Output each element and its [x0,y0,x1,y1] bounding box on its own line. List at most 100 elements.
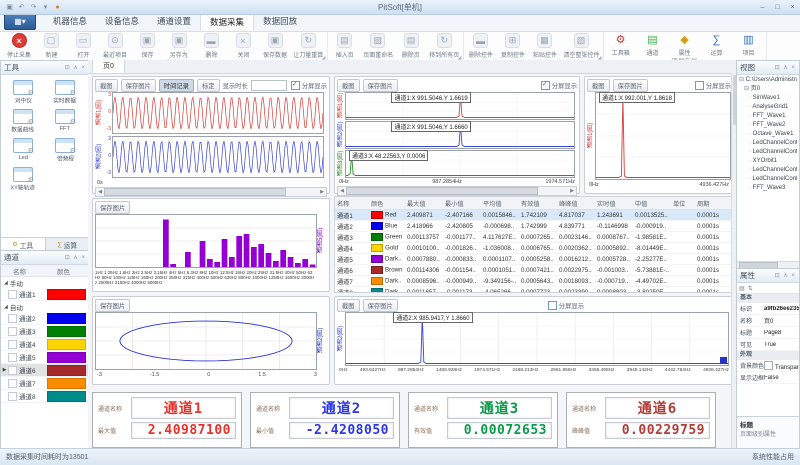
table-column-header[interactable]: 最小值 [443,199,481,208]
chart-button-保存图片[interactable]: 保存图片 [121,79,156,92]
table-column-header[interactable]: 峰峰值 [557,199,595,208]
channel-checkbox[interactable] [8,379,17,388]
split-view-checkbox[interactable] [695,81,704,90]
table-row[interactable]: 通道1Red2.409871-2.4071660.0015846..1.7421… [335,210,733,221]
table-column-header[interactable]: 周期 [695,199,733,208]
toolbox-item-实时数据[interactable]: 实时数据 [44,80,86,105]
tree-item-LedChannelControl3[interactable]: · LedChannelControl3 [739,166,797,175]
table-column-header[interactable]: 有效值 [519,199,557,208]
tree-item-FFT_Wave1[interactable]: · FFT_Wave1 [739,112,797,121]
toolbox-item-FFT[interactable]: FFT [44,109,86,134]
close-button[interactable]: × [785,2,800,13]
table-column-header[interactable]: 中值 [633,199,671,208]
property-row-可见[interactable]: 可见True [737,339,799,351]
channel-checkbox[interactable] [8,392,17,401]
tree-item-XYOrbit1[interactable]: · XYOrbit1 [739,157,797,166]
table-row[interactable]: 通道7Dark..0.0008596..-0.000949..-9.349156… [335,276,733,287]
tree-page-node[interactable]: ⊟ 页0 [739,85,797,94]
toolbox-item-数据曲线[interactable]: 数据曲线 [2,109,44,134]
table-row[interactable]: 通道2Blue2.418966-2.420805-0.000698..1.742… [335,221,733,232]
chart-button-保存图片[interactable]: 保存图片 [95,299,130,312]
app-menu-button[interactable]: ▦▾ [4,14,36,30]
channel-row-通道3[interactable]: 通道3 [1,325,89,338]
collapse-arrow-icon[interactable]: ◢ [4,304,8,310]
ribbon-button[interactable]: ▭打开 [67,32,99,59]
minimize-button[interactable]: – [755,2,770,13]
chart-button-保存图片[interactable]: 保存图片 [363,79,398,92]
ribbon-tab-数据回放[interactable]: 数据回放 [254,13,306,31]
property-value[interactable]: True [764,342,799,348]
property-value[interactable]: False [764,375,799,381]
channel-row-通道8[interactable]: 通道8 [1,390,89,403]
ribbon-button[interactable]: ◆属性 [669,32,701,57]
tree-item-FFT_Wave2[interactable]: · FFT_Wave2 [739,121,797,130]
octave-plot[interactable] [95,214,317,268]
chart-button-截图[interactable]: 截图 [95,79,118,92]
property-row-标识[interactable]: 标识a9fb26ee23564b [737,303,799,315]
channel-checkbox[interactable] [8,340,17,349]
toolbox-item-XY轴轨迹[interactable]: XY轴轨迹 [2,167,44,192]
channel-group-自动[interactable]: ◢自动 [1,301,89,312]
duration-input[interactable] [251,80,287,91]
chart-button-时间记录[interactable]: 时间记录 [159,79,194,92]
ribbon-tab-通道设置[interactable]: 通道设置 [148,13,200,31]
ribbon-button[interactable]: ▢新建 [35,32,67,59]
panel-buttons[interactable]: ⊡ ∧ × [775,64,796,71]
table-column-header[interactable]: 最大值 [405,199,443,208]
table-column-header[interactable]: 实时值 [595,199,633,208]
table-row[interactable]: 通道3Green0.00113757-0.001177..4.117627E..… [335,232,733,243]
panel-buttons[interactable]: ⊡ ∧ × [775,272,796,279]
table-row[interactable]: 通道5Dark..0.0007880..-0.000833..0.0001107… [335,254,733,265]
spectrum-plot[interactable] [595,92,731,180]
categorize-icon[interactable]: ▤ [739,285,745,292]
tree-item-Octave_Wave1[interactable]: · Octave_Wave1 [739,130,797,139]
ribbon-button[interactable]: ∑运算 [701,32,733,57]
ribbon-button[interactable]: ▦粘贴控件 [529,32,561,59]
tree-item-SinWave1[interactable]: · SinWave1 [739,94,797,103]
channel-checkbox[interactable] [8,353,17,362]
ribbon-tab-机器信息[interactable]: 机器信息 [44,13,96,31]
ribbon-button[interactable]: ▤通道 [637,32,669,57]
ribbon-button[interactable]: ▣保存数据 [259,32,291,59]
property-value[interactable]: 页0 [764,316,799,325]
channel-checkbox[interactable] [8,366,17,375]
chart-button-保存图片[interactable]: 保存图片 [613,79,648,92]
channel-row-通道2[interactable]: 通道2 [1,312,89,325]
ribbon-tab-数据采集[interactable]: 数据采集 [200,13,254,31]
ribbon-button[interactable]: ⚙工具箱 [605,32,637,57]
ribbon-button[interactable]: ▧清空整张控件 [561,32,602,59]
channel-row-通道5[interactable]: 通道5 [1,351,89,364]
ribbon-button[interactable]: ×关闭 [227,32,259,59]
waveform-plot[interactable] [112,136,324,178]
table-column-header[interactable]: 名称 [335,199,369,208]
ribbon-button[interactable]: ▣保存 [131,32,163,59]
chart-hscrollbar[interactable]: ◀▶ [95,187,327,197]
panel-buttons[interactable]: ⊡ ∧ × [65,254,86,261]
save-quick-icon[interactable]: ▾ [41,3,50,12]
table-row[interactable]: 通道6Brown0.00114306-0.001154..0.0001051..… [335,265,733,276]
table-column-header[interactable]: 单位 [671,199,695,208]
redo-icon[interactable]: ↷ [29,3,38,12]
tree-item-LedChannelControl1[interactable]: · LedChannelControl1 [739,139,797,148]
ribbon-tab-设备信息[interactable]: 设备信息 [96,13,148,31]
tree-item-AnalyseGrid1[interactable]: · AnalyseGrid1 [739,103,797,112]
tree-root[interactable]: ⊟ C:\Users\Administrator\Des [739,76,797,85]
chart-button-保存图片[interactable]: 保存图片 [95,201,130,214]
ribbon-button[interactable]: ▤删除页 [395,32,427,59]
channel-checkbox[interactable] [8,327,17,336]
ribbon-button[interactable]: ▣另存为 [163,32,195,59]
ribbon-button[interactable]: ↻让刀量重算 [291,32,326,59]
ribbon-button[interactable]: ⊙最近项目 [99,32,131,59]
toolbox-item-Led[interactable]: Led [2,138,44,163]
property-value[interactable]: Transparent [764,361,799,371]
toolbox-item-倍频程[interactable]: 倍频程 [44,138,86,163]
table-column-header[interactable]: 颜色 [369,199,405,208]
channel-checkbox[interactable] [8,314,17,323]
panel-buttons[interactable]: ⊡ ∧ × [65,64,86,71]
chart-hscrollbar[interactable]: ◀▶ [337,186,577,196]
ribbon-button[interactable]: ▨页面重命名 [361,32,396,59]
property-value[interactable]: a9fb26ee23564b [764,306,799,312]
split-view-checkbox[interactable] [291,81,300,90]
page-tab[interactable]: 页0 [92,60,125,73]
ribbon-button[interactable]: ⊞复制控件 [497,32,529,59]
